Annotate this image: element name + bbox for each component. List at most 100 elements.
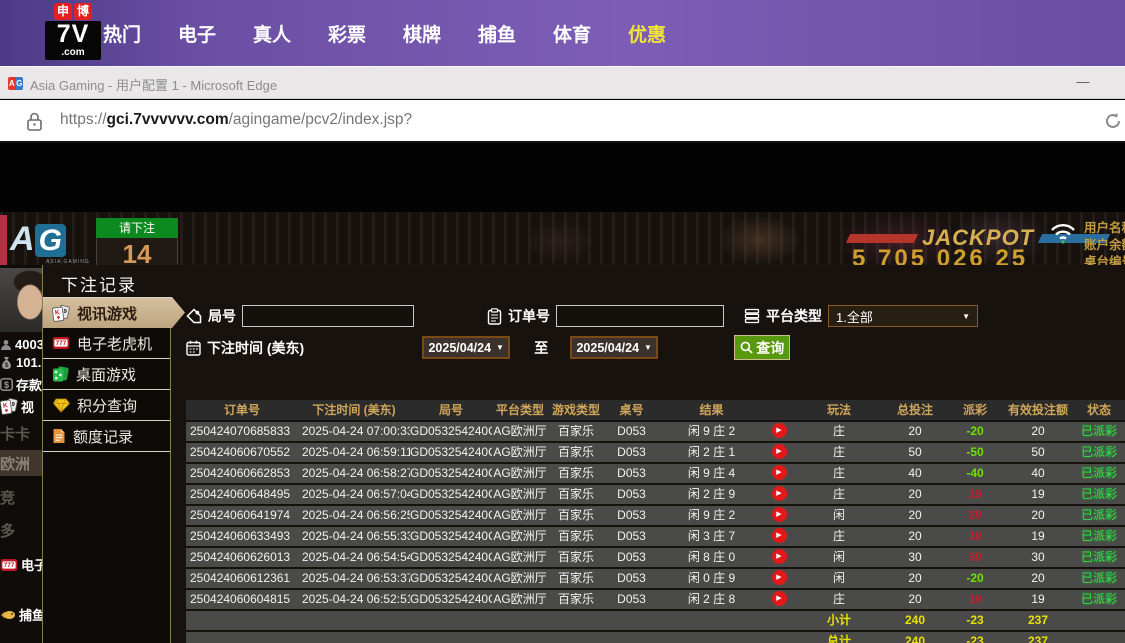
avatar[interactable] [0,268,42,332]
status-badge: 已派彩 [1080,445,1117,459]
underlay-item-kaka[interactable]: 卡卡 [0,423,42,444]
sidebar-item-video-games[interactable]: 9 K ♥ 视讯游戏 [43,297,185,328]
cell-order: 250424070685833 [190,424,291,438]
cell-replay: ▶ [764,443,794,462]
cell-result: 闲 3 庄 7 [687,529,736,543]
play-button-icon[interactable]: ▶ [771,465,787,481]
nav-item-sports[interactable]: 体育 [553,20,591,47]
underlay-item-label: 视 [21,400,35,415]
underlay-item-duo[interactable]: 多 [0,520,42,541]
site-logo[interactable]: 申 博 7V .com [45,3,101,60]
underlay-item-label: 卡卡 [0,426,31,443]
play-button-icon[interactable]: ▶ [771,444,787,460]
total-label: 总计 [826,634,851,643]
round-number-input[interactable] [242,305,414,327]
sidebar-item-points-query[interactable]: 积分查询 [43,390,170,421]
order-number-input[interactable] [556,305,724,327]
play-button-icon[interactable]: ▶ [771,486,787,502]
nav-item-slots[interactable]: 电子 [178,20,216,47]
cell-platform: AG欧洲厅 [493,424,547,438]
play-button-icon[interactable]: ▶ [771,507,787,523]
nav-item-promotions[interactable]: 优惠 [628,20,666,47]
logo-badge: 博 [74,3,92,20]
column-header: 派彩 [962,403,987,417]
query-button[interactable]: 查询 [734,335,791,360]
moneybag-icon: $ [0,356,13,370]
cell-total-bet: 20 [908,487,922,501]
underlay-item-slots[interactable]: 777 电子 [0,555,42,574]
table-row: 250424060670552 2025-04-24 06:59:11 GD0532… [186,443,1125,462]
cell-payout: -20 [966,424,984,438]
sidebar-item-slot-machines[interactable]: 777 电子老虎机 [43,328,170,359]
status-badge: 已派彩 [1080,550,1117,564]
diamond-icon [52,398,70,413]
nav-item-hot[interactable]: 热门 [103,20,141,47]
nav-item-live[interactable]: 真人 [253,20,291,47]
minimize-button[interactable]: — [1068,69,1098,95]
cell-game: 百家乐 [557,571,594,585]
bet-countdown: 请下注 14 [96,218,178,271]
top-nav-bar: 申 博 7V .com 热门 电子 真人 彩票 棋牌 捕鱼 体育 优惠 [0,0,1125,66]
cell-payout: 19 [968,592,982,606]
cell-result: 闲 9 庄 2 [687,424,736,438]
modal-sidebar: 9 K ♥ 视讯游戏 777 电子老虎机 桌面游戏 积分查询 额度记录 [43,297,185,643]
nav-item-lottery[interactable]: 彩票 [328,20,366,47]
cell-platform: AG欧洲厅 [493,487,547,501]
underlay-item-video-live[interactable]: 9 K ♥ 视 [0,397,42,416]
cell-order: 250424060648495 [190,487,291,501]
cell-time: 2025-04-24 06:54:54 [302,550,410,564]
table-row: 250424060648495 2025-04-24 06:57:04 GD0532… [186,485,1125,504]
table-header-row: 订单号 下注时间 (美东) 局号 平台类型 游戏类型 桌号 结果 玩法 总投注 派彩 有效投注额 状态 [186,400,1125,420]
cell-table: D053 [617,592,646,606]
cell-result: 闲 0 庄 9 [687,571,736,585]
refresh-icon[interactable] [1104,112,1122,130]
banner-edge [0,215,7,265]
lock-icon[interactable] [26,112,43,131]
date-to-picker[interactable]: 2025/04/24 ▼ [570,336,659,359]
cell-game: 百家乐 [557,445,594,459]
underlay-item-deposit[interactable]: $ 存款 [0,375,42,394]
play-button-icon[interactable]: ▶ [771,528,787,544]
nav-item-fishing[interactable]: 捕鱼 [478,20,516,47]
cell-bet-side: 庄 [832,487,845,501]
cell-payout: 30 [968,550,982,564]
cell-payout: -40 [966,466,984,480]
underlay-item-label: 竞 [0,490,16,507]
cell-total-bet: 50 [908,445,922,459]
cell-platform: AG欧洲厅 [493,508,547,522]
person-icon [0,339,12,351]
underlay-item-balance[interactable]: $101. [0,355,42,370]
browser-title-bar: AG Asia Gaming - 用户配置 1 - Microsoft Edge… [0,66,1125,99]
cell-replay: ▶ [764,527,794,546]
cell-game: 百家乐 [557,550,594,564]
sidebar-item-table-games[interactable]: 桌面游戏 [43,359,170,390]
cell-table: D053 [617,550,646,564]
total-bet-value: 240 [904,613,926,627]
sidebar-item-quota-records[interactable]: 额度记录 [43,421,170,452]
nav-item-board-games[interactable]: 棋牌 [403,20,441,47]
cell-order: 250424060633493 [190,529,291,543]
play-button-icon[interactable]: ▶ [771,570,787,586]
url-text[interactable]: https://gci.7vvvvvv.com/agingame/pcv2/in… [60,111,412,129]
url-bar[interactable]: https://gci.7vvvvvv.com/agingame/pcv2/in… [0,100,1125,143]
underlay-item-jing[interactable]: 竞 [0,487,42,508]
cell-round: GD053254240OK [410,550,492,564]
underlay-item-fishing-king[interactable]: 捕鱼王 [0,605,42,624]
play-button-icon[interactable]: ▶ [771,423,787,439]
modal-title: 下注记录 [61,276,137,295]
underlay-item-label: 捕鱼王 [19,608,42,623]
underlay-item-user-id[interactable]: 4003 [0,337,42,352]
clipboard-icon [487,307,502,325]
cell-valid-bet: 20 [1031,424,1045,438]
underlay-item-europe[interactable]: 欧洲 [0,450,42,476]
date-from-picker[interactable]: 2025/04/24 ▼ [422,336,511,359]
cell-payout: -20 [966,571,984,585]
cell-replay: ▶ [764,569,794,588]
play-button-icon[interactable]: ▶ [771,591,787,607]
column-header: 局号 [438,403,463,417]
cell-total-bet: 40 [908,466,922,480]
total-payout-value: -23 [966,613,984,627]
play-button-icon[interactable]: ▶ [771,549,787,565]
svg-text:777: 777 [56,340,67,347]
platform-type-select[interactable]: 1.全部 ▼ [828,305,978,327]
